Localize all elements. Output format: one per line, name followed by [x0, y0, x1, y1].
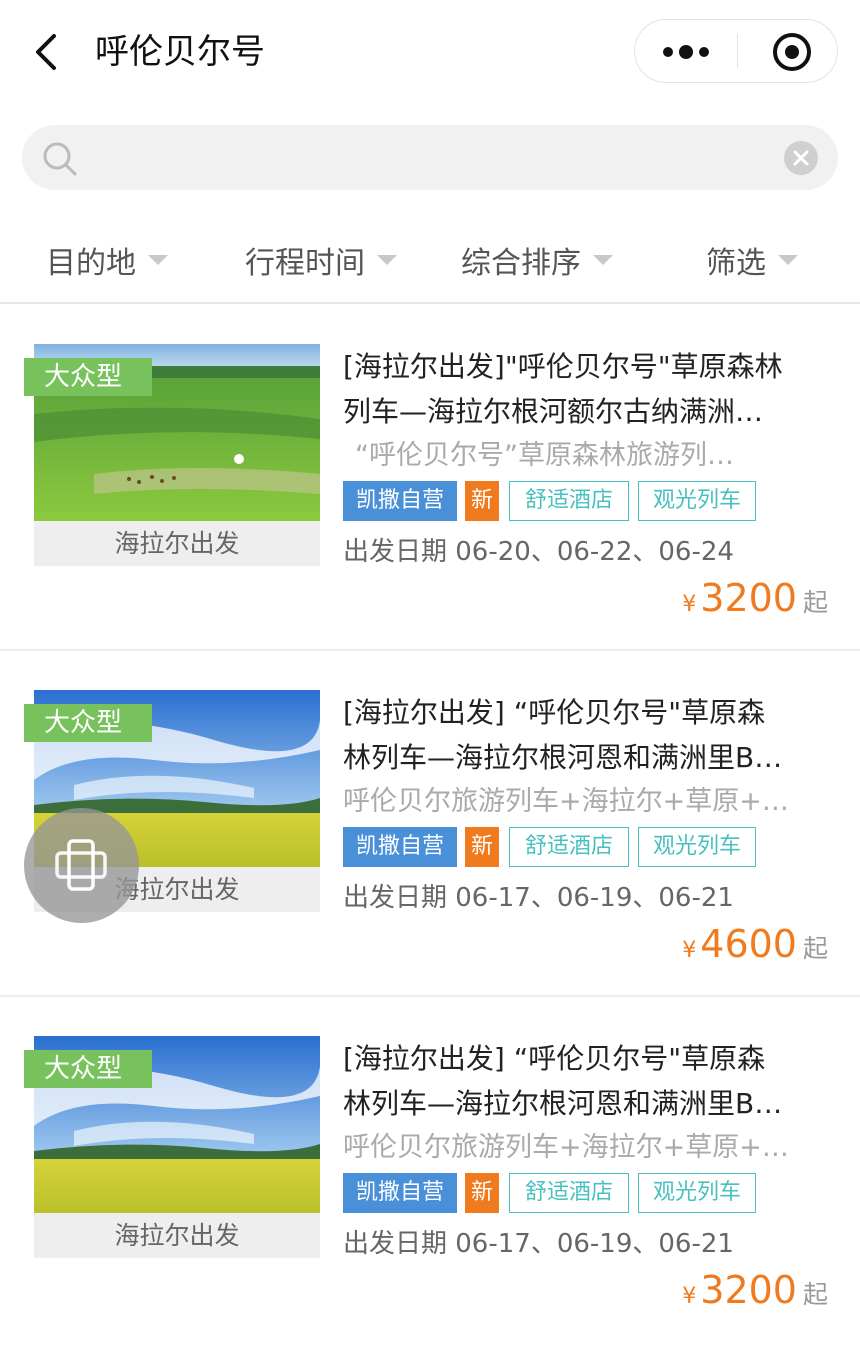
- tour-card[interactable]: 海拉尔出发 大众型 [海拉尔出发] “呼伦贝尔号"草原森 林列车—海拉尔根河恩和…: [0, 998, 860, 1343]
- filter-label: 目的地: [46, 246, 136, 281]
- currency-symbol: ¥: [682, 1284, 697, 1309]
- filter-destination[interactable]: 目的地: [46, 238, 168, 282]
- caret-down-icon: [377, 255, 397, 265]
- price-suffix: 起: [802, 934, 828, 963]
- tag-new: 新: [465, 1173, 499, 1213]
- tour-card[interactable]: 海拉尔出发 大众型 [海拉尔出发] “呼伦贝尔号"草原森 林列车—海拉尔根河恩和…: [0, 652, 860, 997]
- close-mini-program-button[interactable]: [738, 20, 838, 82]
- tag-hotel: 舒适酒店: [509, 1173, 629, 1213]
- filter-label: 行程时间: [245, 246, 365, 281]
- more-dots-icon: [663, 45, 709, 59]
- tag-self-operated: 凯撒自营: [343, 1173, 457, 1213]
- price-suffix: 起: [802, 588, 828, 617]
- departure-dates: 出发日期 06-17、06-19、06-21: [343, 1229, 734, 1259]
- tag-new: 新: [465, 827, 499, 867]
- caret-down-icon: [593, 255, 613, 265]
- tag-train: 观光列车: [638, 827, 756, 867]
- tour-subtitle: 呼伦贝尔旅游列车+海拉尔+草原+…: [343, 786, 789, 817]
- type-badge: 大众型: [24, 704, 152, 742]
- mini-program-capsule: [634, 19, 838, 83]
- search-input[interactable]: [102, 135, 786, 182]
- tag-train: 观光列车: [638, 1173, 756, 1213]
- tour-subtitle: “呼伦贝尔号”草原森林旅游列…: [355, 440, 734, 471]
- departure-dates: 出发日期 06-17、06-19、06-21: [343, 883, 734, 913]
- currency-symbol: ¥: [682, 592, 697, 617]
- tour-title-line: 林列车—海拉尔根河恩和满洲里B…: [343, 1087, 783, 1120]
- departure-caption: 海拉尔出发: [114, 1221, 240, 1250]
- tour-title-line: 列车—海拉尔根河额尔古纳满洲…: [343, 395, 764, 428]
- floating-rotate-button[interactable]: [24, 808, 139, 923]
- price: ¥ 3200 起: [682, 1268, 828, 1318]
- tour-title[interactable]: [海拉尔出发] “呼伦贝尔号"草原森 林列车—海拉尔根河恩和满洲里B…: [343, 690, 831, 780]
- price-suffix: 起: [802, 1280, 828, 1309]
- tour-title[interactable]: [海拉尔出发]"呼伦贝尔号"草原森林 列车—海拉尔根河额尔古纳满洲…: [343, 344, 831, 434]
- tag-self-operated: 凯撒自营: [343, 481, 457, 521]
- search-bar[interactable]: [22, 125, 838, 190]
- filter-bar: 目的地 行程时间 综合排序 筛选: [0, 218, 860, 304]
- tour-subtitle: 呼伦贝尔旅游列车+海拉尔+草原+…: [343, 1132, 789, 1163]
- search-icon: [43, 142, 77, 176]
- price-value: 3200: [700, 576, 797, 620]
- tag-new: 新: [465, 481, 499, 521]
- tour-title-line: [海拉尔出发]"呼伦贝尔号"草原森林: [343, 350, 783, 383]
- page-title: 呼伦贝尔号: [95, 32, 265, 72]
- price: ¥ 3200 起: [682, 576, 828, 626]
- departure-dates: 出发日期 06-20、06-22、06-24: [343, 537, 734, 567]
- departure-caption: 海拉尔出发: [114, 529, 240, 558]
- type-badge: 大众型: [24, 1050, 152, 1088]
- filter-trip-time[interactable]: 行程时间: [245, 238, 397, 282]
- filter-label: 筛选: [706, 246, 766, 281]
- clear-icon[interactable]: [784, 141, 818, 175]
- currency-symbol: ¥: [682, 938, 697, 963]
- nav-bar: 呼伦贝尔号: [0, 0, 860, 105]
- caret-down-icon: [148, 255, 168, 265]
- price-value: 3200: [700, 1268, 797, 1312]
- price-value: 4600: [700, 922, 797, 966]
- tag-train: 观光列车: [638, 481, 756, 521]
- caret-down-icon: [778, 255, 798, 265]
- filter-sort[interactable]: 综合排序: [461, 238, 613, 282]
- back-icon: [36, 34, 56, 70]
- tag-hotel: 舒适酒店: [509, 827, 629, 867]
- type-badge: 大众型: [24, 358, 152, 396]
- filter-label: 综合排序: [461, 246, 581, 281]
- tour-card[interactable]: 海拉尔出发 大众型 [海拉尔出发]"呼伦贝尔号"草原森林 列车—海拉尔根河额尔古…: [0, 306, 860, 651]
- tour-title-line: 林列车—海拉尔根河恩和满洲里B…: [343, 741, 783, 774]
- tag-hotel: 舒适酒店: [509, 481, 629, 521]
- tour-title[interactable]: [海拉尔出发] “呼伦贝尔号"草原森 林列车—海拉尔根河恩和满洲里B…: [343, 1036, 831, 1126]
- more-button[interactable]: [635, 20, 737, 82]
- back-button[interactable]: [22, 24, 70, 80]
- filter-screen[interactable]: 筛选: [706, 238, 798, 282]
- tour-title-line: [海拉尔出发] “呼伦贝尔号"草原森: [343, 1042, 766, 1075]
- close-target-icon: [773, 33, 811, 71]
- rotate-screen-icon: [55, 839, 107, 891]
- tour-title-line: [海拉尔出发] “呼伦贝尔号"草原森: [343, 696, 766, 729]
- price: ¥ 4600 起: [682, 922, 828, 972]
- tag-self-operated: 凯撒自营: [343, 827, 457, 867]
